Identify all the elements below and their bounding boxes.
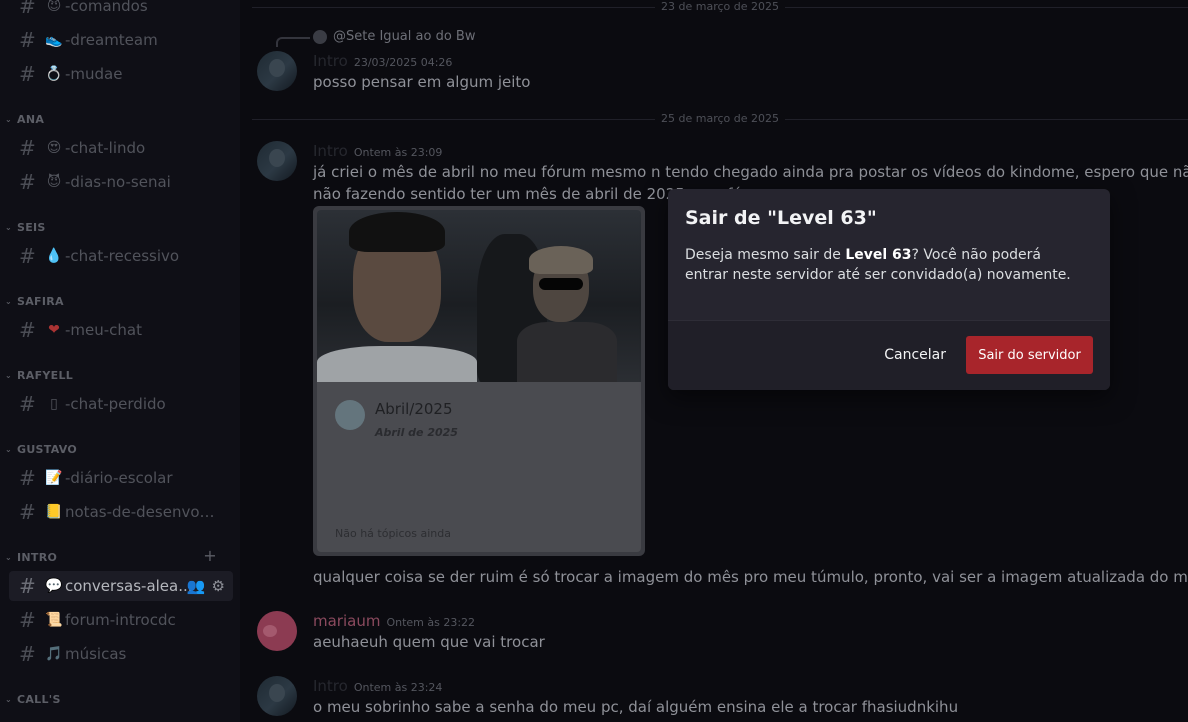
gear-icon[interactable]: ⚙ [212, 577, 225, 595]
hash-icon: # [19, 608, 36, 632]
channel-musicas[interactable]: # 🎵 músicas [9, 639, 233, 669]
channel-name: -dias-no-senai [65, 173, 171, 191]
chevron-down-icon: ⌄ [5, 370, 13, 380]
category-rafyell[interactable]: ⌄ RAFYELL [5, 367, 73, 383]
hash-icon: # [19, 500, 36, 524]
message-author[interactable]: Intro 23/03/2025 04:26 [313, 52, 452, 70]
channel-chat-recessivo[interactable]: # 💧 -chat-recessivo [9, 241, 233, 271]
chevron-down-icon: ⌄ [5, 552, 13, 562]
hash-icon: # [19, 642, 36, 666]
channel-name: -mudae [65, 65, 123, 83]
dialog-footer: Cancelar Sair do servidor [668, 320, 1110, 390]
hash-icon: # [19, 318, 36, 342]
hash-icon: # [19, 136, 36, 160]
channel-chat-perdido[interactable]: # ▯ -chat-perdido [9, 389, 233, 419]
message-timestamp: Ontem às 23:22 [386, 616, 476, 629]
hash-icon: # [19, 28, 36, 52]
channel-name: -chat-perdido [65, 395, 166, 413]
channel-name: conversas-alea... [65, 577, 193, 595]
embed-subtitle: Abril de 2025 [375, 426, 458, 439]
category-calls[interactable]: ⌄ CALL'S [5, 691, 61, 707]
hash-icon: # [19, 244, 36, 268]
message-timestamp: 23/03/2025 04:26 [353, 56, 453, 69]
avatar[interactable] [257, 141, 297, 181]
message-author[interactable]: Intro Ontem às 23:09 [313, 142, 442, 160]
channel-sidebar: # 😈 -comandos # 👟 -dreamteam # 💍 -mudae … [0, 0, 240, 722]
avatar [313, 29, 327, 44]
message-content: o meu sobrinho sabe a senha do meu pc, d… [313, 698, 959, 716]
hash-icon: # [19, 170, 36, 194]
channel-notas-de-desenvolvimento[interactable]: # 📒 notas-de-desenvolvi... [9, 497, 233, 527]
message-author[interactable]: Intro Ontem às 23:24 [313, 677, 442, 695]
hash-icon: # [19, 392, 36, 416]
hash-icon: # [19, 62, 36, 86]
category-seis[interactable]: ⌄ SEIS [5, 219, 46, 235]
channel-dias-no-senai[interactable]: # 😈 -dias-no-senai [9, 167, 233, 197]
message-content: já criei o mês de abril no meu fórum mes… [313, 163, 1188, 181]
avatar[interactable] [257, 611, 297, 651]
avatar[interactable] [257, 676, 297, 716]
message-timestamp: Ontem às 23:09 [353, 146, 443, 159]
channel-name: músicas [65, 645, 127, 663]
category-gustavo[interactable]: ⌄ GUSTAVO [5, 441, 77, 457]
embed-title: Abril/2025 [375, 400, 453, 418]
leave-server-button[interactable]: Sair do servidor [966, 336, 1093, 374]
channel-name: notas-de-desenvolvi... [65, 503, 215, 521]
leave-server-dialog: Sair de "Level 63" Deseja mesmo sair de … [668, 189, 1110, 390]
avatar[interactable] [257, 51, 297, 91]
chevron-down-icon: ⌄ [5, 694, 13, 704]
channel-name: -chat-recessivo [65, 247, 180, 265]
forum-embed-card[interactable]: Abril/2025 Abril de 2025 Não há tópicos … [313, 206, 645, 556]
channel-comandos[interactable]: # 😈 -comandos [9, 0, 233, 21]
embed-image [317, 210, 641, 382]
channel-name: -chat-lindo [65, 139, 146, 157]
chevron-down-icon: ⌄ [5, 114, 13, 124]
channel-conversas-aleatorias[interactable]: # 💬 conversas-alea... 👥 ⚙ [9, 571, 233, 601]
add-channel-icon[interactable]: + [203, 546, 217, 565]
category-safira[interactable]: ⌄ SAFIRA [5, 293, 64, 309]
date-divider: 23 de março de 2025 [252, 0, 1188, 13]
reply-preview[interactable]: @Sete Igual ao do Bw [313, 29, 475, 44]
channel-name: forum-introcdc [65, 611, 176, 629]
category-ana[interactable]: ⌄ ANA [5, 111, 44, 127]
chevron-down-icon: ⌄ [5, 222, 13, 232]
invite-icon[interactable]: 👥 [187, 577, 206, 595]
channel-chat-lindo[interactable]: # 😍 -chat-lindo [9, 133, 233, 163]
channel-mudae[interactable]: # 💍 -mudae [9, 59, 233, 89]
channel-name: -diário-escolar [65, 469, 173, 487]
message-content: posso pensar em algum jeito [313, 73, 531, 91]
dialog-title: Sair de "Level 63" [685, 207, 877, 229]
message-timestamp: Ontem às 23:24 [353, 681, 443, 694]
category-intro[interactable]: ⌄ INTRO + [5, 546, 235, 565]
hash-icon: # [19, 466, 36, 490]
channel-meu-chat[interactable]: # ❤ -meu-chat [9, 315, 233, 345]
date-divider: 25 de março de 2025 [252, 112, 1188, 125]
server-name: Level 63 [845, 247, 912, 263]
dialog-body: Deseja mesmo sair de Level 63? Você não … [685, 247, 1071, 283]
reply-connector [276, 37, 310, 47]
chevron-down-icon: ⌄ [5, 444, 13, 454]
channel-name: -dreamteam [65, 31, 158, 49]
message-author[interactable]: mariaum Ontem às 23:22 [313, 612, 475, 630]
message-content: qualquer coisa se der ruim é só trocar a… [313, 568, 1188, 586]
channel-name: -comandos [65, 0, 148, 15]
channel-diario-escolar[interactable]: # 📝 -diário-escolar [9, 463, 233, 493]
hash-icon: # [19, 574, 36, 598]
chevron-down-icon: ⌄ [5, 296, 13, 306]
cancel-button[interactable]: Cancelar [884, 347, 946, 363]
channel-forum-introcdc[interactable]: # 📜 forum-introcdc [9, 605, 233, 635]
channel-name: -meu-chat [65, 321, 142, 339]
forum-icon [335, 400, 365, 430]
hash-icon: # [19, 0, 36, 18]
embed-empty-text: Não há tópicos ainda [335, 527, 451, 540]
message-content: aeuhaeuh quem que vai trocar [313, 633, 545, 651]
channel-dreamteam[interactable]: # 👟 -dreamteam [9, 25, 233, 55]
